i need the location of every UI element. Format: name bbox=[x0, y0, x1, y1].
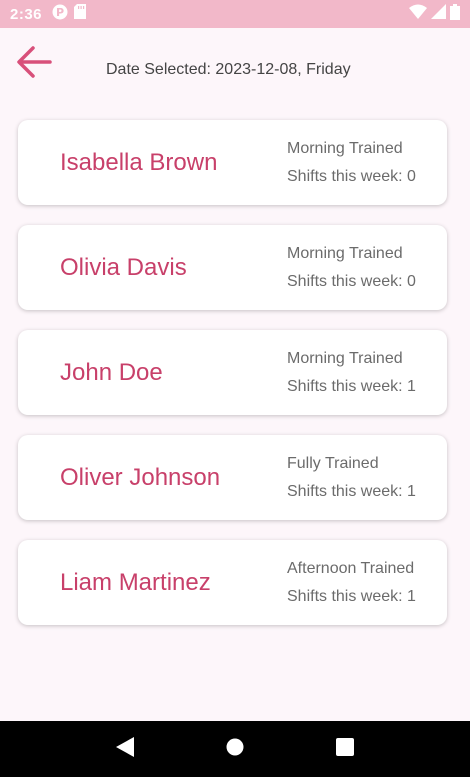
employee-name: Liam Martinez bbox=[60, 568, 211, 596]
training-status: Morning Trained bbox=[287, 140, 403, 157]
employee-card[interactable]: Isabella Brown Morning Trained Shifts th… bbox=[18, 120, 447, 205]
date-selected-label: Date Selected: 2023-12-08, Friday bbox=[106, 61, 351, 78]
notification-app-icon: P bbox=[52, 4, 68, 25]
arrow-left-icon bbox=[15, 45, 53, 84]
training-status: Morning Trained bbox=[287, 350, 403, 367]
app-header: Date Selected: 2023-12-08, Friday bbox=[0, 28, 470, 112]
employee-card[interactable]: Olivia Davis Morning Trained Shifts this… bbox=[18, 225, 447, 310]
shifts-count: Shifts this week: 0 bbox=[287, 273, 416, 290]
system-nav-bar bbox=[0, 721, 470, 777]
shifts-count: Shifts this week: 1 bbox=[287, 483, 416, 500]
employee-name: Olivia Davis bbox=[60, 253, 187, 281]
status-time: 2:36 bbox=[10, 5, 43, 23]
shifts-count: Shifts this week: 0 bbox=[287, 168, 416, 185]
employee-name: John Doe bbox=[60, 358, 163, 386]
employee-card[interactable]: Oliver Johnson Fully Trained Shifts this… bbox=[18, 435, 447, 520]
square-recents-icon bbox=[336, 737, 354, 761]
back-button[interactable] bbox=[12, 44, 56, 84]
sd-card-icon bbox=[74, 4, 87, 24]
shifts-count: Shifts this week: 1 bbox=[287, 588, 416, 605]
nav-back-button[interactable] bbox=[110, 734, 140, 764]
circle-home-icon bbox=[226, 738, 244, 761]
wifi-icon bbox=[409, 4, 427, 24]
training-status: Fully Trained bbox=[287, 455, 379, 472]
status-bar: 2:36 P bbox=[0, 0, 470, 28]
training-status: Afternoon Trained bbox=[287, 560, 415, 577]
triangle-back-icon bbox=[116, 736, 134, 762]
status-right-icons bbox=[409, 3, 460, 25]
employee-card[interactable]: Liam Martinez Afternoon Trained Shifts t… bbox=[18, 540, 447, 625]
shifts-count: Shifts this week: 1 bbox=[287, 378, 416, 395]
employee-name: Oliver Johnson bbox=[60, 463, 221, 491]
employee-list: Isabella Brown Morning Trained Shifts th… bbox=[18, 120, 447, 645]
signal-icon bbox=[431, 4, 446, 24]
nav-recents-button[interactable] bbox=[330, 734, 360, 764]
status-left-icons: P bbox=[52, 4, 87, 25]
nav-home-button[interactable] bbox=[220, 734, 250, 764]
employee-name: Isabella Brown bbox=[60, 148, 218, 176]
training-status: Morning Trained bbox=[287, 245, 403, 262]
employee-card[interactable]: John Doe Morning Trained Shifts this wee… bbox=[18, 330, 447, 415]
svg-text:P: P bbox=[56, 6, 64, 19]
battery-icon bbox=[450, 3, 460, 25]
